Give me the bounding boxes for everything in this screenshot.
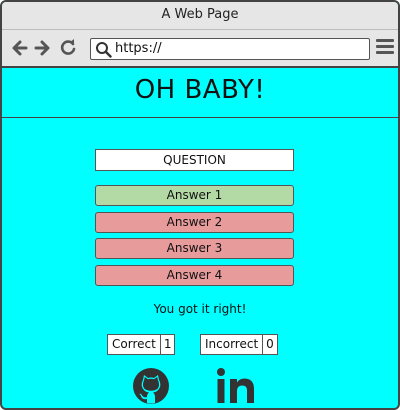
correct-count: 1 <box>163 337 172 351</box>
reload-button[interactable] <box>58 38 78 58</box>
result-message: You got it right! <box>153 302 247 316</box>
reload-icon <box>60 39 76 55</box>
correct-score: Correct 1 <box>107 334 176 355</box>
linkedin-link[interactable] <box>216 366 256 406</box>
answer-button-3[interactable]: Answer 3 <box>95 238 294 259</box>
search-icon <box>95 41 112 58</box>
incorrect-count: 0 <box>266 337 274 351</box>
answer-button-4[interactable]: Answer 4 <box>95 265 294 286</box>
incorrect-label: Incorrect <box>201 335 264 354</box>
back-button[interactable] <box>10 38 30 58</box>
page-header: OH BABY! <box>2 68 398 118</box>
linkedin-icon <box>217 368 254 403</box>
answer-button-1[interactable]: Answer 1 <box>95 185 294 206</box>
question-box: QUESTION <box>95 149 294 171</box>
address-bar-url: https:// <box>115 41 162 56</box>
address-bar[interactable]: https:// <box>90 38 370 60</box>
page-title: OH BABY! <box>134 75 266 105</box>
answer-button-2[interactable]: Answer 2 <box>95 212 294 233</box>
browser-toolbar: https:// <box>2 30 398 68</box>
arrow-right-icon <box>34 40 50 56</box>
correct-label: Correct <box>108 335 161 354</box>
github-link[interactable] <box>131 366 171 406</box>
incorrect-score: Incorrect 0 <box>200 334 278 355</box>
browser-window: A Web Page https:// OH BABY! QUESTION An… <box>0 0 400 410</box>
forward-button[interactable] <box>32 38 52 58</box>
menu-icon[interactable] <box>376 39 394 57</box>
arrow-left-icon <box>12 40 28 56</box>
window-title: A Web Page <box>2 2 398 30</box>
github-icon <box>133 368 169 404</box>
